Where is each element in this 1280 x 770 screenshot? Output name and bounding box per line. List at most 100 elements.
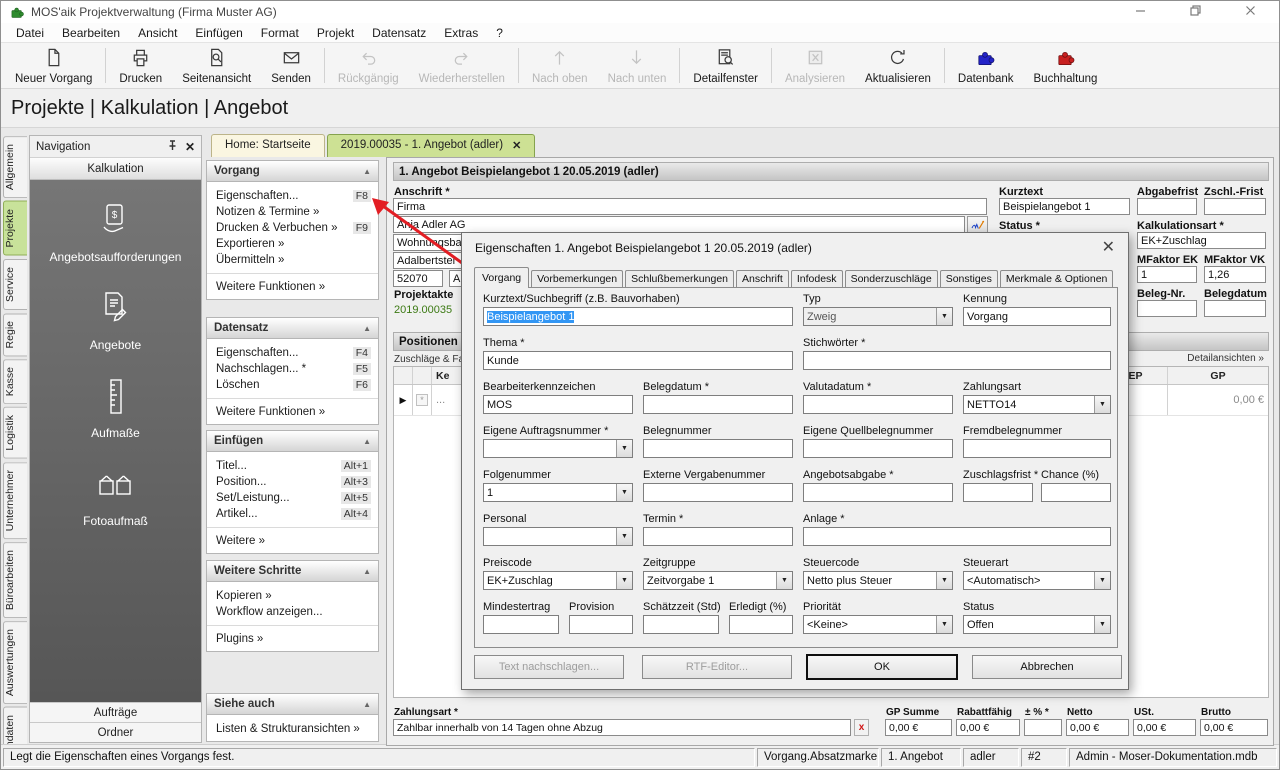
externe-vergabenummer-input[interactable] [643, 483, 793, 502]
toolbar-aktualisieren[interactable]: Aktualisieren [855, 44, 941, 87]
kalkulationsart-input[interactable]: EK+Zuschlag [1137, 232, 1266, 249]
stichwoerter-input[interactable] [803, 351, 1111, 370]
panel-item-artikel[interactable]: Artikel... Alt+4 [207, 506, 378, 522]
nav-item-angebote[interactable]: Angebote [90, 288, 141, 352]
edit-address-button[interactable] [967, 216, 988, 233]
ok-button[interactable]: OK [807, 655, 957, 679]
toolbar-buchhaltung[interactable]: Buchhaltung [1024, 44, 1108, 87]
collapse-icon[interactable]: ▲ [363, 437, 371, 446]
panel-item-notizen-termine[interactable]: Notizen & Termine » [207, 204, 378, 220]
collapse-icon[interactable]: ▲ [363, 324, 371, 333]
belegnummer-input[interactable] [643, 439, 793, 458]
sidebar-tab-unternehmer[interactable]: Unternehmer [3, 461, 27, 540]
panel-item-exportieren[interactable]: Exportieren » [207, 236, 378, 252]
sidebar-tab-logistik[interactable]: Logistik [3, 407, 27, 459]
anschrift-input-2[interactable]: Anja Adler AG [393, 216, 965, 233]
collapse-icon[interactable]: ▲ [363, 567, 371, 576]
prioritaet-select[interactable]: <Keine> ▼ [803, 615, 953, 634]
remove-zahlungsart-button[interactable]: x [854, 719, 869, 736]
nav-section-header[interactable]: Kalkulation [30, 158, 201, 180]
nav-item-aufmasse[interactable]: Aufmaße [91, 376, 140, 440]
status-select[interactable]: Offen ▼ [963, 615, 1111, 634]
tab-angebot[interactable]: 2019.00035 - 1. Angebot (adler) ✕ [326, 134, 536, 157]
projektakte-link[interactable]: 2019.00035 [394, 304, 452, 316]
toolbar-seitenansicht[interactable]: Seitenansicht [172, 44, 261, 87]
provision-input[interactable] [569, 615, 633, 634]
mfaktor-ek-input[interactable]: 1 [1137, 266, 1197, 283]
panel-item-nachschlagen[interactable]: Nachschlagen... * F5 [207, 361, 378, 377]
personal-select[interactable]: ▼ [483, 527, 633, 546]
panel-item-loeschen[interactable]: Löschen F6 [207, 377, 378, 393]
close-icon[interactable] [1244, 4, 1257, 20]
sidebar-tab-allgemein[interactable]: Allgemein [3, 136, 27, 199]
anschrift-input-1[interactable]: Firma [393, 198, 987, 215]
beleg-nr-input[interactable] [1137, 300, 1197, 317]
tab-close-icon[interactable]: ✕ [512, 139, 521, 152]
fremdbelegnummer-input[interactable] [963, 439, 1111, 458]
dialog-tab-sonstiges[interactable]: Sonstiges [939, 270, 998, 287]
sidebar-tab-auswertungen[interactable]: Auswertungen [3, 621, 27, 705]
dialog-tab-merkmale-optionen[interactable]: Merkmale & Optionen [999, 270, 1114, 287]
panel-item-titel[interactable]: Titel... Alt+1 [207, 458, 378, 474]
toolbar-datenbank[interactable]: Datenbank [948, 44, 1024, 87]
kurztext-suchbegriff-input[interactable]: Beispielangebot 1 [483, 307, 793, 326]
sidebar-tab-regie[interactable]: Regie [3, 312, 27, 357]
dialog-tab-vorbemerkungen[interactable]: Vorbemerkungen [531, 270, 624, 287]
dialog-tab-sonderzuschlaege[interactable]: Sonderzuschläge [844, 270, 938, 287]
dialog-tab-schlussbemerkungen[interactable]: Schlußbemerkungen [625, 270, 734, 287]
menu-projekt[interactable]: Projekt [308, 24, 363, 42]
nav-item-ordner[interactable]: Ordner [30, 722, 201, 742]
nav-item-auftraege[interactable]: Aufträge [30, 702, 201, 722]
quellbelegnummer-input[interactable] [803, 439, 953, 458]
menu-ansicht[interactable]: Ansicht [129, 24, 186, 42]
kurztext-input[interactable]: Beispielangebot 1 [999, 198, 1130, 215]
tab-home-startseite[interactable]: Home: Startseite [211, 134, 325, 157]
mindestertrag-input[interactable] [483, 615, 559, 634]
close-panel-icon[interactable]: ✕ [185, 141, 195, 153]
pin-icon[interactable] [167, 139, 178, 154]
folgenummer-select[interactable]: 1 ▼ [483, 483, 633, 502]
thema-input[interactable]: Kunde [483, 351, 793, 370]
sidebar-tab-bueroarbeiten[interactable]: Büroarbeiten [3, 542, 27, 619]
panel-item-weitere-funktionen-vorgang[interactable]: Weitere Funktionen » [207, 279, 378, 295]
panel-item-weitere[interactable]: Weitere » [207, 533, 378, 549]
steuerart-select[interactable]: <Automatisch> ▼ [963, 571, 1111, 590]
collapse-icon[interactable]: ▲ [363, 700, 371, 709]
collapse-icon[interactable]: ▲ [363, 167, 371, 176]
panel-item-set-leistung[interactable]: Set/Leistung... Alt+5 [207, 490, 378, 506]
belegdatum-dialog-input[interactable] [643, 395, 793, 414]
eigene-auftragsnummer-select[interactable]: ▼ [483, 439, 633, 458]
restore-icon[interactable] [1189, 4, 1202, 20]
menu-datei[interactable]: Datei [7, 24, 53, 42]
menu-hilfe[interactable]: ? [487, 24, 512, 42]
erledigt-input[interactable] [729, 615, 793, 634]
zschl-frist-input[interactable] [1204, 198, 1266, 215]
dialog-tab-infodesk[interactable]: Infodesk [790, 270, 843, 287]
nav-item-angebotsaufforderungen[interactable]: $ Angebotsaufforderungen [50, 200, 181, 264]
toolbar-detailfenster[interactable]: Detailfenster [683, 44, 768, 87]
menu-datensatz[interactable]: Datensatz [363, 24, 435, 42]
zeitgruppe-select[interactable]: Zeitvorgabe 1 ▼ [643, 571, 793, 590]
minimize-icon[interactable] [1134, 4, 1147, 20]
panel-item-kopieren[interactable]: Kopieren » [207, 588, 378, 604]
menu-format[interactable]: Format [252, 24, 308, 42]
anlage-input[interactable] [803, 527, 1111, 546]
panel-item-workflow-anzeigen[interactable]: Workflow anzeigen... [207, 604, 378, 620]
toolbar-drucken[interactable]: Drucken [109, 44, 172, 87]
sidebar-tab-projekte[interactable]: Projekte [3, 201, 27, 256]
panel-item-uebermitteln[interactable]: Übermitteln » [207, 252, 378, 268]
mfaktor-vk-input[interactable]: 1,26 [1204, 266, 1266, 283]
menu-extras[interactable]: Extras [435, 24, 487, 42]
dialog-tab-anschrift[interactable]: Anschrift [736, 270, 789, 287]
belegdatum-input[interactable] [1204, 300, 1266, 317]
toolbar-neuer-vorgang[interactable]: Neuer Vorgang [5, 44, 102, 87]
zahlungsart-select[interactable]: NETTO14 ▼ [963, 395, 1111, 414]
menu-bearbeiten[interactable]: Bearbeiten [53, 24, 129, 42]
toolbar-senden[interactable]: Senden [261, 44, 321, 87]
sidebar-tab-service[interactable]: Service [3, 258, 27, 310]
abgabefrist-input[interactable] [1137, 198, 1197, 215]
zuschlaege-link[interactable]: Zuschläge & Fa [394, 354, 464, 365]
steuercode-select[interactable]: Netto plus Steuer ▼ [803, 571, 953, 590]
detailansichten-link[interactable]: Detailansichten » [1147, 353, 1264, 364]
chance-input[interactable] [1041, 483, 1111, 502]
